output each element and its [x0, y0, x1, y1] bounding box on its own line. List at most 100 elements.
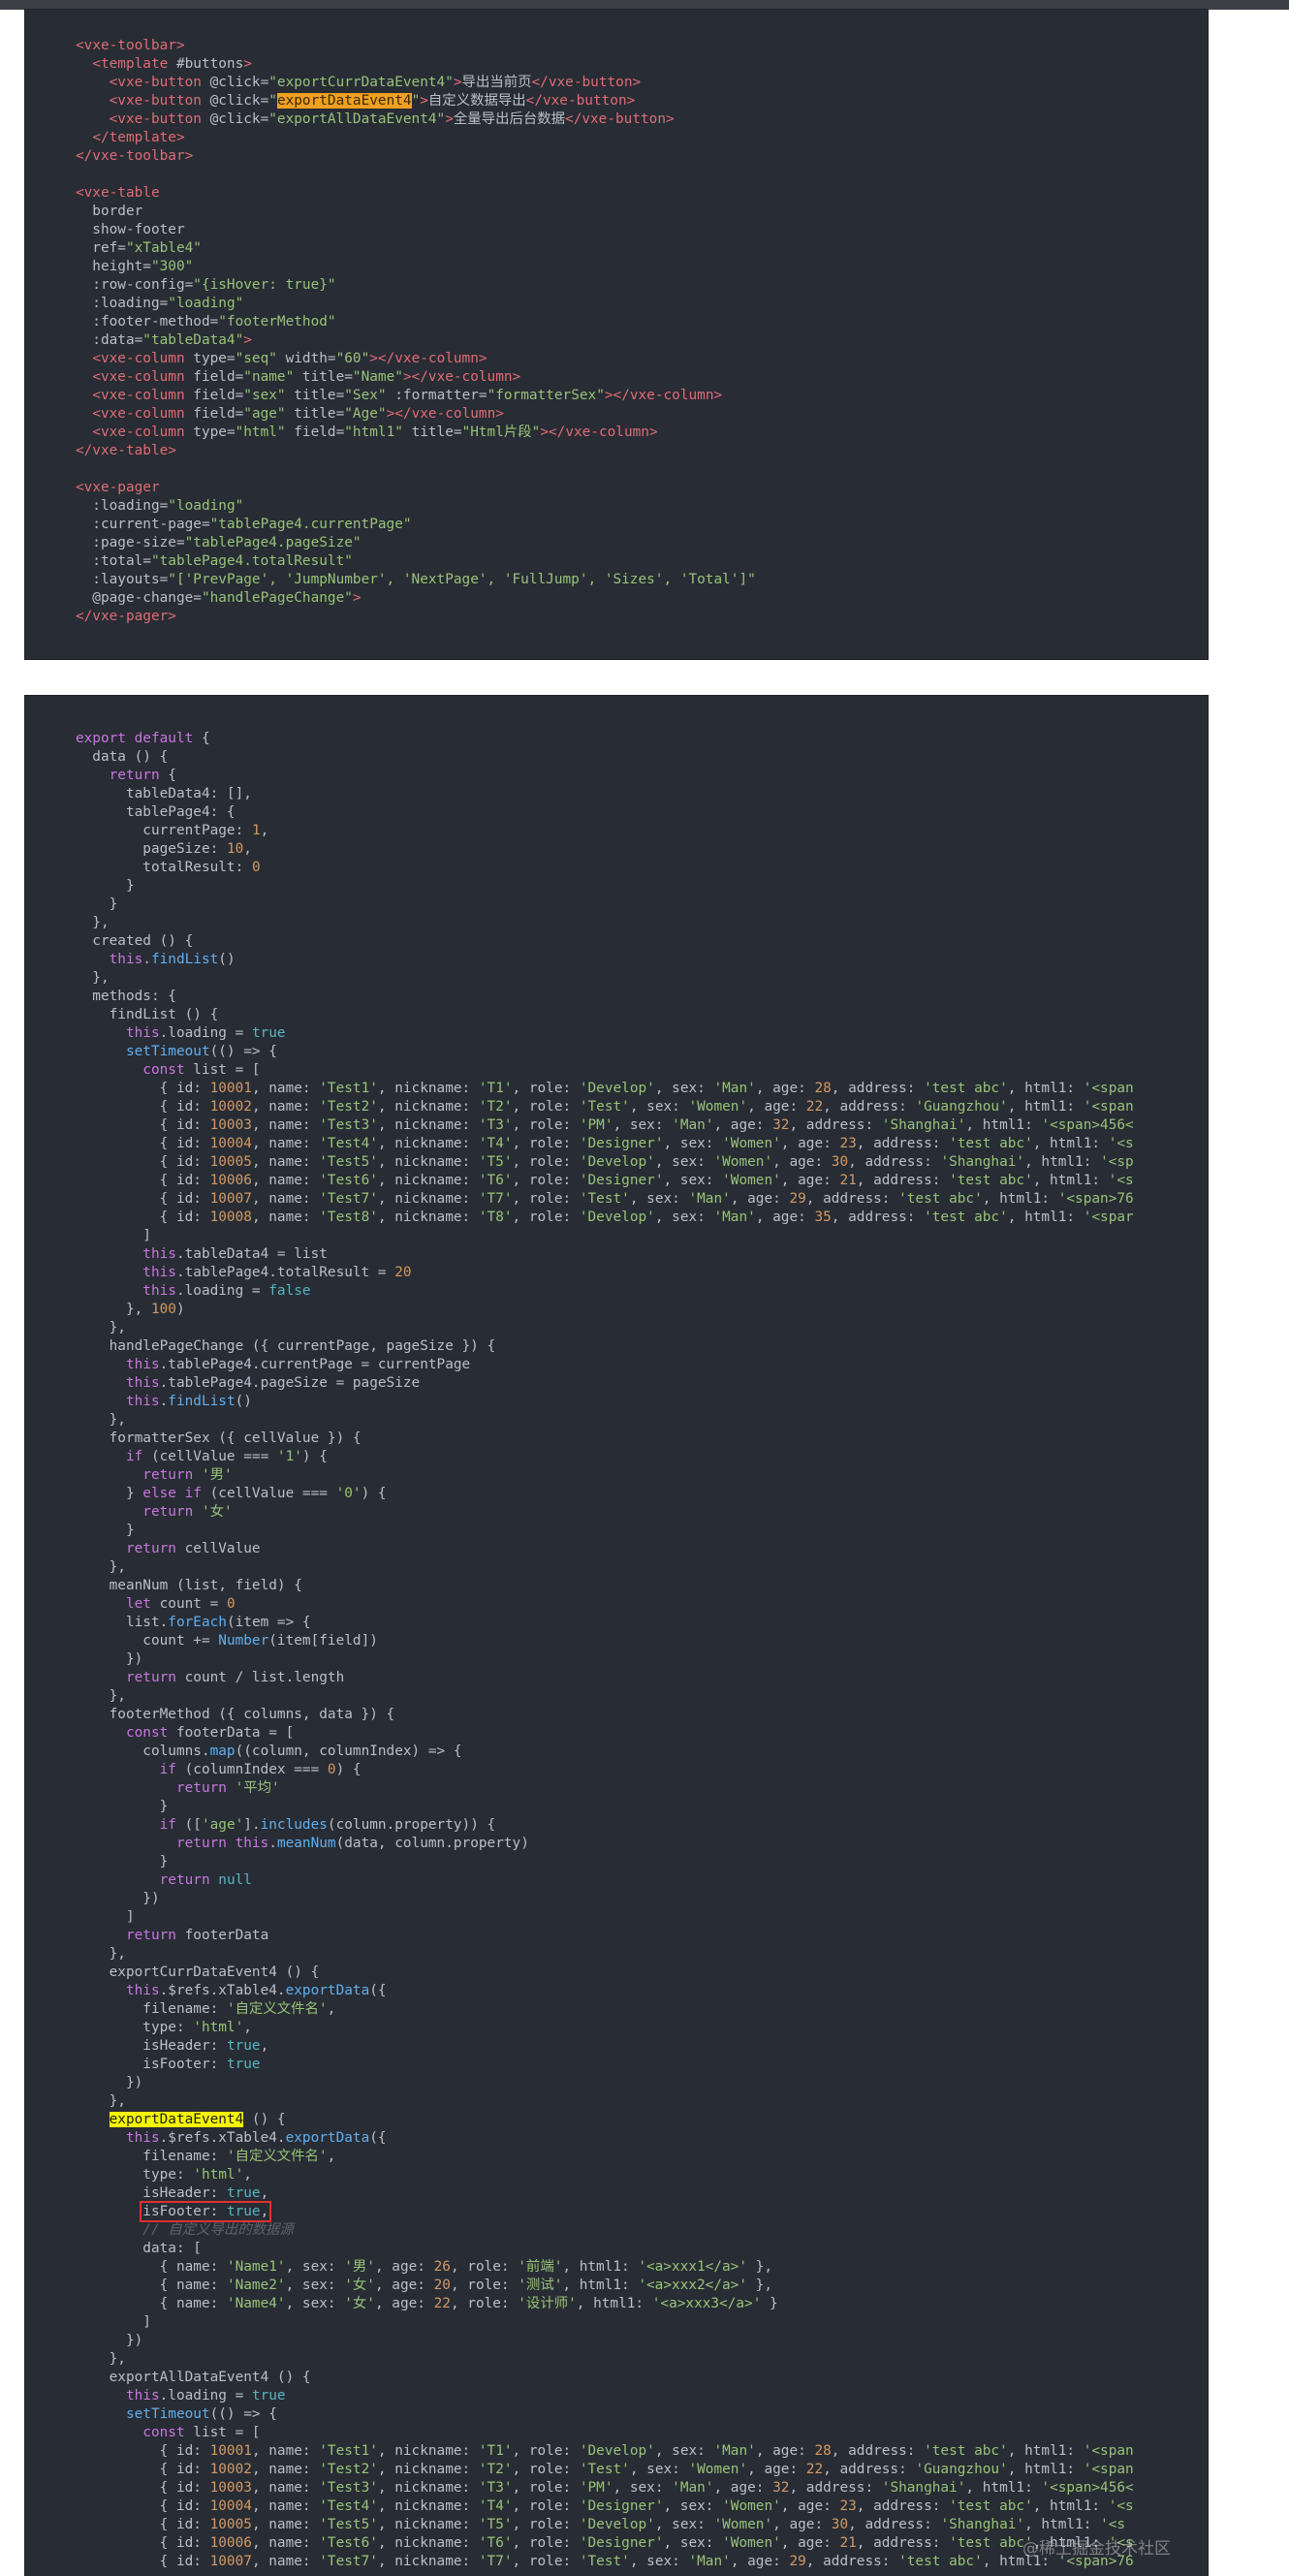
script-line: const footerData = [ — [125, 1725, 295, 1741]
script-line: return '女' — [142, 1504, 233, 1520]
script-line: this.findList() — [109, 952, 236, 967]
template-line: height="300" — [25, 259, 194, 274]
template-line: show-footer — [25, 222, 185, 237]
script-line: }, — [25, 1688, 126, 1704]
template-line: <vxe-column type="html" field="html1" ti… — [92, 424, 658, 440]
script-line: methods: { — [25, 989, 176, 1004]
template-line: :current-page="tablePage4.currentPage" — [25, 517, 412, 532]
script-line: }, — [25, 1946, 126, 1962]
script-line: ] — [25, 2314, 151, 2330]
script-line: }) — [25, 1891, 160, 1906]
script-line: { id: 10003, name: 'Test3', nickname: 'T… — [25, 2480, 1134, 2496]
template-code: <vxe-toolbar> <template #buttons> <vxe-b… — [25, 37, 756, 626]
template-line: <vxe-button @click="exportAllDataEvent4"… — [109, 111, 675, 127]
script-line: }) — [25, 2075, 143, 2090]
code-block-template: <vxe-toolbar> <template #buttons> <vxe-b… — [25, 10, 1208, 659]
script-line: }, — [25, 1412, 126, 1428]
script-line: } — [25, 878, 135, 894]
script-line: } else if (cellValue === '0') { — [25, 1486, 387, 1501]
script-line: created () { — [25, 933, 194, 949]
script-line: isHeader: true, — [25, 2185, 269, 2201]
script-line: this.tableData4 = list — [142, 1246, 328, 1262]
script-line: ] — [25, 1909, 135, 1925]
script-line: export default { — [75, 731, 210, 746]
script-line: { id: 10005, name: 'Test5', nickname: 'T… — [25, 1154, 1134, 1170]
search-highlight: exportDataEvent4 — [276, 93, 412, 109]
script-line: let count = 0 — [125, 1596, 236, 1612]
script-line: return null — [159, 1872, 252, 1888]
script-line: setTimeout(() => { — [125, 1044, 277, 1059]
script-line: { id: 10002, name: 'Test2', nickname: 'T… — [25, 1099, 1134, 1115]
template-line: <template #buttons> — [92, 56, 252, 72]
template-line: :total="tablePage4.totalResult" — [25, 553, 353, 569]
script-line: data: [ — [25, 2241, 202, 2256]
script-line: isFooter: true, — [25, 2201, 1134, 2222]
script-line: }, — [25, 1320, 126, 1335]
template-line: <vxe-pager — [75, 480, 160, 495]
script-line: this.$refs.xTable4.exportData({ — [125, 2130, 387, 2146]
script-line: } — [25, 1799, 169, 1814]
template-line: :loading="loading" — [25, 296, 244, 311]
template-line: <vxe-column field="name" title="Name"></… — [92, 369, 521, 385]
script-line: { id: 10006, name: 'Test6', nickname: 'T… — [25, 1173, 1134, 1188]
template-line — [25, 166, 756, 184]
template-line: </vxe-toolbar> — [75, 148, 194, 164]
script-line: list.forEach(item => { — [25, 1615, 311, 1630]
script-line: { id: 10007, name: 'Test7', nickname: 'T… — [25, 2554, 1134, 2569]
script-line: findList () { — [25, 1007, 219, 1022]
template-line: border — [25, 204, 143, 219]
template-line: @page-change="handlePageChange"> — [25, 590, 362, 606]
template-line: ref="xTable4" — [25, 240, 202, 256]
script-line: formatterSex ({ cellValue }) { — [25, 1430, 362, 1446]
script-line: return cellValue — [125, 1541, 261, 1556]
script-line: type: 'html', — [25, 2167, 252, 2183]
script-code: export default { data () { return { tabl… — [25, 730, 1134, 2571]
script-line: exportDataEvent4 () { — [109, 2112, 286, 2127]
script-line: currentPage: 1, — [25, 823, 269, 838]
template-line: </template> — [92, 130, 185, 145]
script-line: const list = [ — [142, 2425, 261, 2440]
red-box-annotation: isFooter: true, — [140, 2201, 272, 2222]
script-line: }, — [25, 2351, 126, 2367]
script-line: this.findList() — [125, 1394, 252, 1409]
script-line: tablePage4: { — [25, 804, 236, 820]
script-line: exportAllDataEvent4 () { — [25, 2370, 311, 2385]
template-line: <vxe-column field="sex" title="Sex" :for… — [92, 388, 723, 403]
script-line: totalResult: 0 — [25, 860, 261, 875]
template-line: :layouts="['PrevPage', 'JumpNumber', 'Ne… — [25, 572, 756, 587]
script-line: { id: 10006, name: 'Test6', nickname: 'T… — [25, 2535, 1134, 2551]
script-line: this.$refs.xTable4.exportData({ — [125, 1983, 387, 1998]
script-line: columns.map((column, columnIndex) => { — [25, 1744, 462, 1759]
script-line: this.tablePage4.pageSize = pageSize — [125, 1375, 421, 1391]
script-line: data () { — [25, 749, 169, 765]
script-line: } — [25, 1523, 135, 1538]
template-line: <vxe-button @click="exportCurrDataEvent4… — [109, 75, 642, 90]
script-line: { id: 10003, name: 'Test3', nickname: 'T… — [25, 1117, 1134, 1133]
script-line: }, 100) — [25, 1302, 185, 1317]
active-highlight: exportDataEvent4 — [109, 2112, 244, 2127]
script-line: const list = [ — [142, 1062, 261, 1078]
script-line: return '平均' — [175, 1780, 280, 1796]
script-line: if (cellValue === '1') { — [125, 1449, 328, 1464]
script-line: { name: 'Name4', sex: '女', age: 22, role… — [25, 2296, 778, 2311]
script-line: return count / list.length — [125, 1670, 345, 1685]
script-line: count += Number(item[field]) — [25, 1633, 378, 1649]
template-line: <vxe-column field="age" title="Age"></vx… — [92, 406, 504, 422]
script-line: return { — [109, 768, 176, 783]
watermark: @稀土掘金技术社区 — [1022, 2539, 1171, 2559]
script-line: }, — [25, 915, 110, 930]
template-line: </vxe-pager> — [75, 609, 176, 624]
script-line: return this.meanNum(data, column.propert… — [175, 1836, 529, 1851]
script-line: this.loading = true — [125, 2388, 286, 2403]
template-line: <vxe-button @click="exportDataEvent4">自定… — [109, 93, 636, 109]
script-line: footerMethod ({ columns, data }) { — [25, 1707, 395, 1722]
top-bar — [0, 0, 1289, 10]
script-line: { id: 10005, name: 'Test5', nickname: 'T… — [25, 2517, 1126, 2532]
script-line: } — [25, 1854, 169, 1869]
template-line: :page-size="tablePage4.pageSize" — [25, 535, 362, 550]
script-line: isFooter: true — [25, 2057, 261, 2072]
script-line: pageSize: 10, — [25, 841, 252, 857]
script-line: { id: 10002, name: 'Test2', nickname: 'T… — [25, 2462, 1134, 2477]
script-line: if (columnIndex === 0) { — [159, 1762, 362, 1777]
script-line: type: 'html', — [25, 2020, 252, 2035]
